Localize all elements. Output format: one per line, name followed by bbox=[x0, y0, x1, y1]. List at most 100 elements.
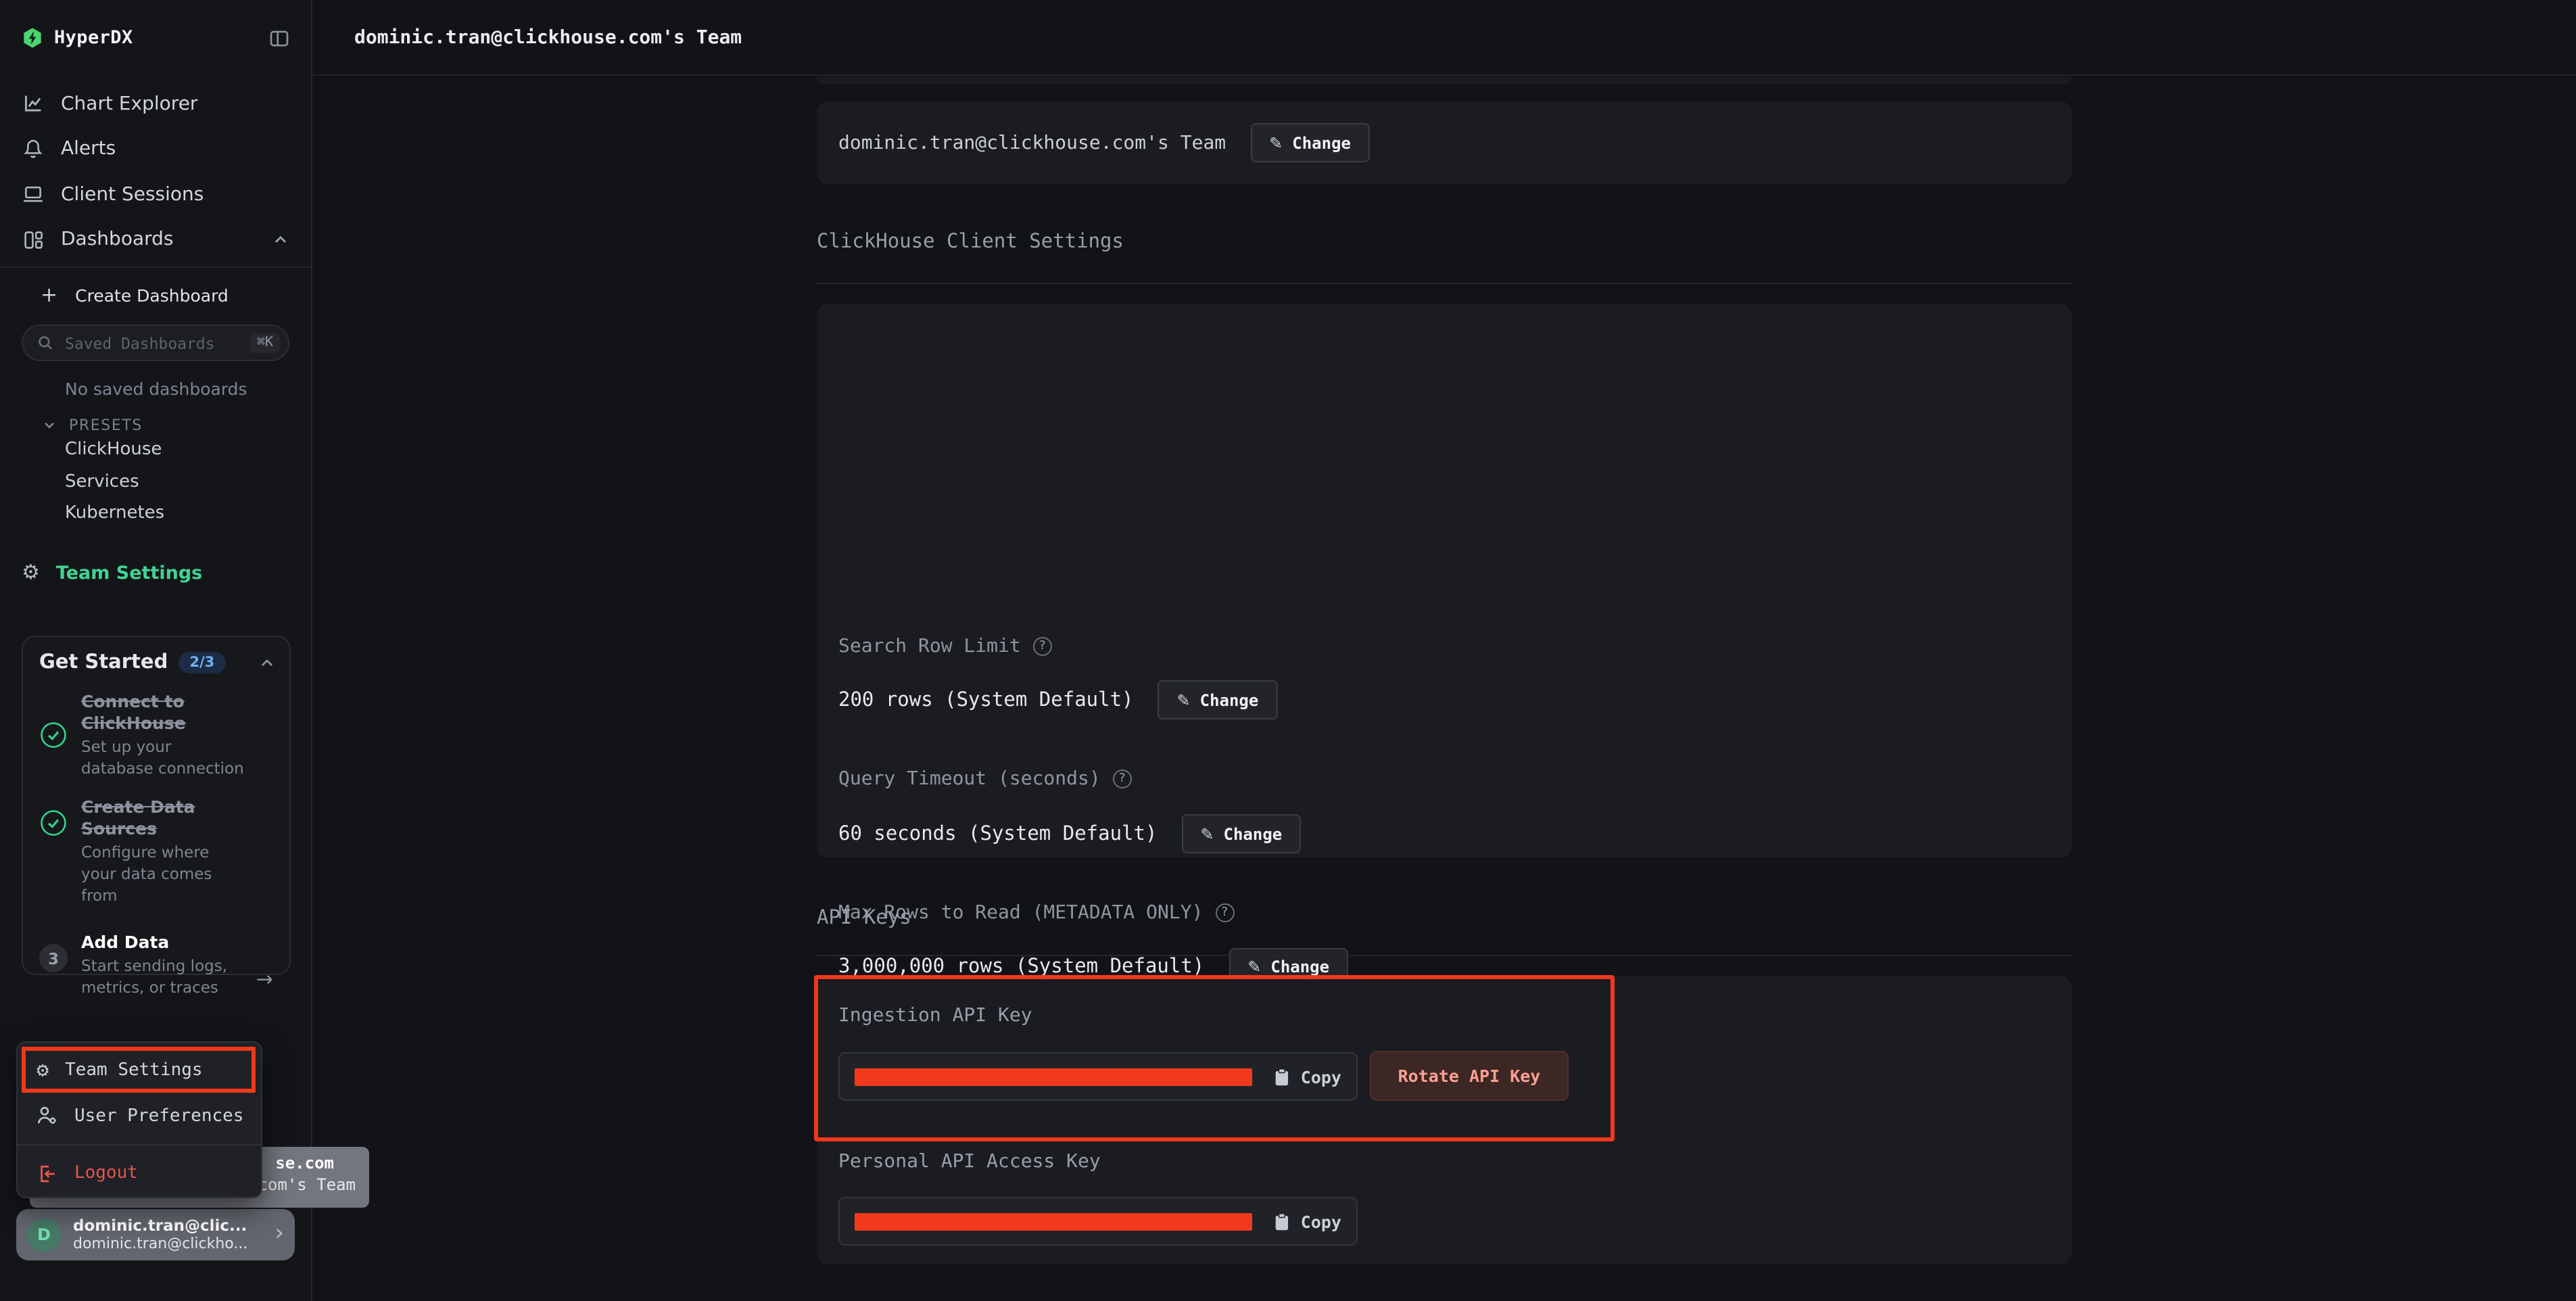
check-circle-icon bbox=[39, 809, 68, 837]
chart-icon bbox=[22, 93, 45, 116]
preset-label: Services bbox=[65, 472, 139, 492]
help-icon[interactable]: ? bbox=[1113, 770, 1132, 788]
sidebar-item-clickhouse-preset[interactable]: ClickHouse bbox=[0, 434, 311, 466]
section-divider bbox=[817, 955, 2072, 956]
get-started-step-connect[interactable]: Connect to ClickHouse Set up your databa… bbox=[39, 691, 276, 779]
setting-value: 3,000,000 rows (System Default) bbox=[838, 956, 1204, 978]
sidebar-item-label: Client Sessions bbox=[61, 184, 204, 206]
search-icon bbox=[37, 334, 54, 352]
clipboard-icon bbox=[1274, 1211, 1290, 1231]
step-title: Create Data Sources bbox=[81, 797, 247, 840]
hyperdx-logo-icon bbox=[22, 27, 43, 49]
no-saved-dashboards-text: No saved dashboards bbox=[0, 379, 311, 399]
menu-item-label: User Preferences bbox=[74, 1106, 243, 1127]
shortcut-badge: ⌘K bbox=[250, 333, 280, 353]
help-icon[interactable]: ? bbox=[1215, 903, 1234, 922]
menu-item-logout[interactable]: Logout bbox=[18, 1151, 261, 1196]
pencil-icon: ✎ bbox=[1269, 135, 1283, 151]
bell-icon bbox=[22, 138, 45, 161]
personal-api-key-label: Personal API Access Key bbox=[838, 1150, 1101, 1172]
sidebar-item-label: Alerts bbox=[61, 139, 116, 160]
ingestion-api-key-box: Copy bbox=[838, 1052, 1358, 1101]
copy-personal-key-button[interactable]: Copy bbox=[1301, 1211, 1341, 1231]
create-dashboard-button[interactable]: + Create Dashboard bbox=[0, 268, 311, 323]
help-icon[interactable]: ? bbox=[1033, 637, 1052, 656]
pencil-icon: ✎ bbox=[1177, 692, 1191, 708]
user-account-chip[interactable]: D dominic.tran@clic... dominic.tran@clic… bbox=[16, 1209, 295, 1260]
preset-label: Kubernetes bbox=[65, 504, 164, 524]
account-menu: ⚙ Team Settings User Preferences bbox=[16, 1041, 262, 1198]
label-text: Query Timeout (seconds) bbox=[838, 768, 1101, 790]
create-dashboard-label: Create Dashboard bbox=[75, 285, 229, 306]
change-label: Change bbox=[1224, 824, 1283, 843]
logout-icon bbox=[37, 1163, 58, 1185]
sidebar-item-kubernetes-preset[interactable]: Kubernetes bbox=[0, 498, 311, 529]
rotate-api-key-button[interactable]: Rotate API Key bbox=[1370, 1051, 1569, 1101]
app-title: HyperDX bbox=[54, 27, 133, 49]
personal-api-key-box: Copy bbox=[838, 1197, 1358, 1246]
section-title-api-keys: API Keys bbox=[817, 907, 911, 929]
change-label: Change bbox=[1292, 133, 1351, 152]
user-gear-icon bbox=[37, 1106, 58, 1127]
sidebar-item-label: Chart Explorer bbox=[61, 93, 197, 115]
get-started-card: Get Started 2/3 Connect to ClickHouse Se… bbox=[22, 636, 291, 975]
collapse-sidebar-icon[interactable] bbox=[269, 28, 289, 48]
client-settings-panel: Search Row Limit ? 200 rows (System Defa… bbox=[817, 304, 2072, 857]
arrow-right-icon: → bbox=[256, 967, 273, 991]
step-text: Create Data Sources Configure where your… bbox=[81, 797, 247, 906]
redacted-api-key bbox=[855, 1068, 1252, 1085]
pencil-icon: ✎ bbox=[1200, 826, 1214, 842]
presets-label: PRESETS bbox=[69, 417, 143, 434]
gear-icon: ⚙ bbox=[37, 1061, 49, 1081]
setting-row: 200 rows (System Default) ✎ Change bbox=[838, 679, 1277, 721]
plus-icon: + bbox=[41, 285, 57, 306]
get-started-step-sources[interactable]: Create Data Sources Configure where your… bbox=[39, 797, 276, 906]
copy-ingestion-key-button[interactable]: Copy bbox=[1301, 1066, 1341, 1087]
change-query-timeout-button[interactable]: ✎ Change bbox=[1181, 814, 1301, 853]
label-text: Search Row Limit bbox=[838, 636, 1021, 657]
setting-label-search-row-limit: Search Row Limit ? bbox=[838, 636, 1052, 657]
chevron-up-icon[interactable] bbox=[272, 231, 289, 249]
redacted-api-key bbox=[855, 1212, 1252, 1230]
saved-dashboards-search[interactable]: ⌘K bbox=[22, 325, 289, 361]
change-label: Change bbox=[1200, 690, 1259, 709]
hyperdx-app: HyperDX Chart Explorer Alerts bbox=[0, 0, 2576, 1301]
change-search-row-limit-button[interactable]: ✎ Change bbox=[1158, 680, 1278, 719]
section-divider bbox=[817, 283, 2072, 284]
progress-badge: 2/3 bbox=[178, 653, 225, 673]
step-title: Add Data bbox=[81, 932, 247, 953]
change-team-name-button[interactable]: ✎ Change bbox=[1250, 123, 1370, 162]
step-text: Connect to ClickHouse Set up your databa… bbox=[81, 691, 247, 779]
clipboard-icon bbox=[1274, 1066, 1290, 1087]
preset-label: ClickHouse bbox=[65, 440, 162, 460]
setting-value: 200 rows (System Default) bbox=[838, 689, 1134, 711]
step-icon-wrap bbox=[39, 691, 68, 779]
step-title: Connect to ClickHouse bbox=[81, 691, 247, 734]
avatar: D bbox=[27, 1218, 61, 1252]
check-circle-icon bbox=[39, 721, 68, 749]
sidebar-item-alerts[interactable]: Alerts bbox=[0, 126, 311, 172]
sidebar-item-chart-explorer[interactable]: Chart Explorer bbox=[0, 81, 311, 126]
step-number-badge: 3 bbox=[39, 944, 68, 972]
presets-header[interactable]: PRESETS bbox=[0, 417, 311, 434]
main-area: dominic.tran@clickhouse.com's Team domin… bbox=[312, 0, 2576, 1301]
sidebar-item-dashboards[interactable]: Dashboards bbox=[0, 217, 311, 262]
sidebar-item-services-preset[interactable]: Services bbox=[0, 466, 311, 498]
sidebar-item-client-sessions[interactable]: Client Sessions bbox=[0, 172, 311, 217]
get-started-step-add-data[interactable]: 3 Add Data Start sending logs, metrics, … bbox=[39, 932, 276, 998]
step-text: Add Data Start sending logs, metrics, or… bbox=[81, 932, 247, 998]
page-header: dominic.tran@clickhouse.com's Team bbox=[312, 0, 2576, 76]
menu-item-label: Logout bbox=[74, 1164, 138, 1184]
step-desc: Configure where your data comes from bbox=[81, 841, 247, 906]
search-input[interactable] bbox=[65, 333, 239, 352]
team-name-panel: dominic.tran@clickhouse.com's Team ✎ Cha… bbox=[817, 101, 2072, 184]
step-desc: Start sending logs, metrics, or traces bbox=[81, 955, 247, 998]
menu-item-user-preferences[interactable]: User Preferences bbox=[18, 1093, 261, 1139]
dashboards-icon bbox=[22, 229, 45, 252]
sidebar-item-label: Dashboards bbox=[61, 229, 174, 251]
setting-value: 60 seconds (System Default) bbox=[838, 823, 1157, 845]
chevron-up-icon[interactable] bbox=[258, 654, 276, 671]
menu-item-team-settings[interactable]: ⚙ Team Settings bbox=[18, 1048, 261, 1093]
page-title: dominic.tran@clickhouse.com's Team bbox=[354, 26, 742, 48]
sidebar-team-settings-link[interactable]: ⚙ Team Settings bbox=[0, 562, 311, 584]
